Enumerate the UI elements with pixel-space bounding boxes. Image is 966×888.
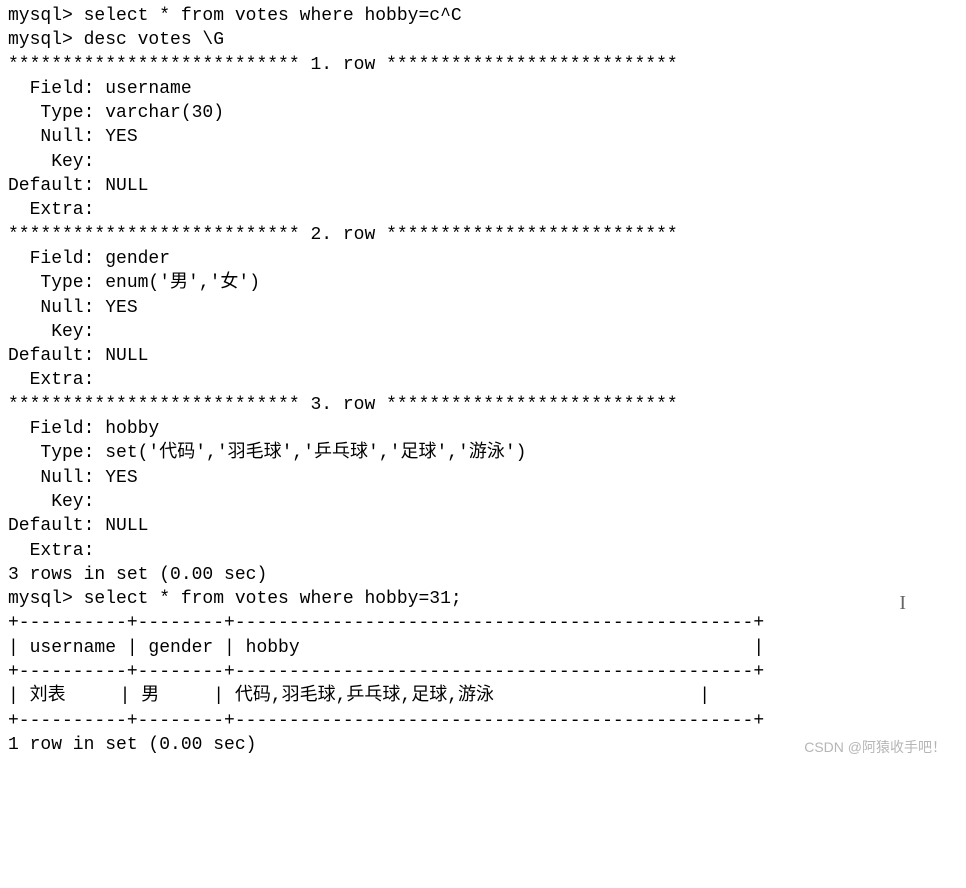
table-header: | username | gender | hobby | xyxy=(8,636,958,660)
row2-field: Field: gender xyxy=(8,247,958,271)
row-separator-2: *************************** 2. row *****… xyxy=(8,223,958,247)
command-line-3: mysql> select * from votes where hobby=3… xyxy=(8,587,958,611)
table-border-bottom: +----------+--------+-------------------… xyxy=(8,709,958,733)
table-border-mid: +----------+--------+-------------------… xyxy=(8,660,958,684)
rows-footer: 3 rows in set (0.00 sec) xyxy=(8,563,958,587)
row3-key: Key: xyxy=(8,490,958,514)
row3-type: Type: set('代码','羽毛球','乒乓球','足球','游泳') xyxy=(8,441,958,465)
command-line-2: mysql> desc votes \G xyxy=(8,28,958,52)
command-line-1: mysql> select * from votes where hobby=c… xyxy=(8,4,958,28)
table-row: | 刘表 | 男 | 代码,羽毛球,乒乓球,足球,游泳 | xyxy=(8,684,958,708)
watermark-text: CSDN @阿猿收手吧！ xyxy=(804,738,946,757)
row3-field: Field: hobby xyxy=(8,417,958,441)
row1-null: Null: YES xyxy=(8,125,958,149)
row2-key: Key: xyxy=(8,320,958,344)
row2-type: Type: enum('男','女') xyxy=(8,271,958,295)
table-border-top: +----------+--------+-------------------… xyxy=(8,611,958,635)
row2-extra: Extra: xyxy=(8,368,958,392)
row1-key: Key: xyxy=(8,150,958,174)
row3-null: Null: YES xyxy=(8,466,958,490)
text-cursor-icon: I xyxy=(899,590,906,617)
row1-default: Default: NULL xyxy=(8,174,958,198)
row-separator-3: *************************** 3. row *****… xyxy=(8,393,958,417)
row2-null: Null: YES xyxy=(8,296,958,320)
row1-extra: Extra: xyxy=(8,198,958,222)
row3-default: Default: NULL xyxy=(8,514,958,538)
row1-type: Type: varchar(30) xyxy=(8,101,958,125)
row2-default: Default: NULL xyxy=(8,344,958,368)
row-separator-1: *************************** 1. row *****… xyxy=(8,53,958,77)
row3-extra: Extra: xyxy=(8,539,958,563)
row1-field: Field: username xyxy=(8,77,958,101)
